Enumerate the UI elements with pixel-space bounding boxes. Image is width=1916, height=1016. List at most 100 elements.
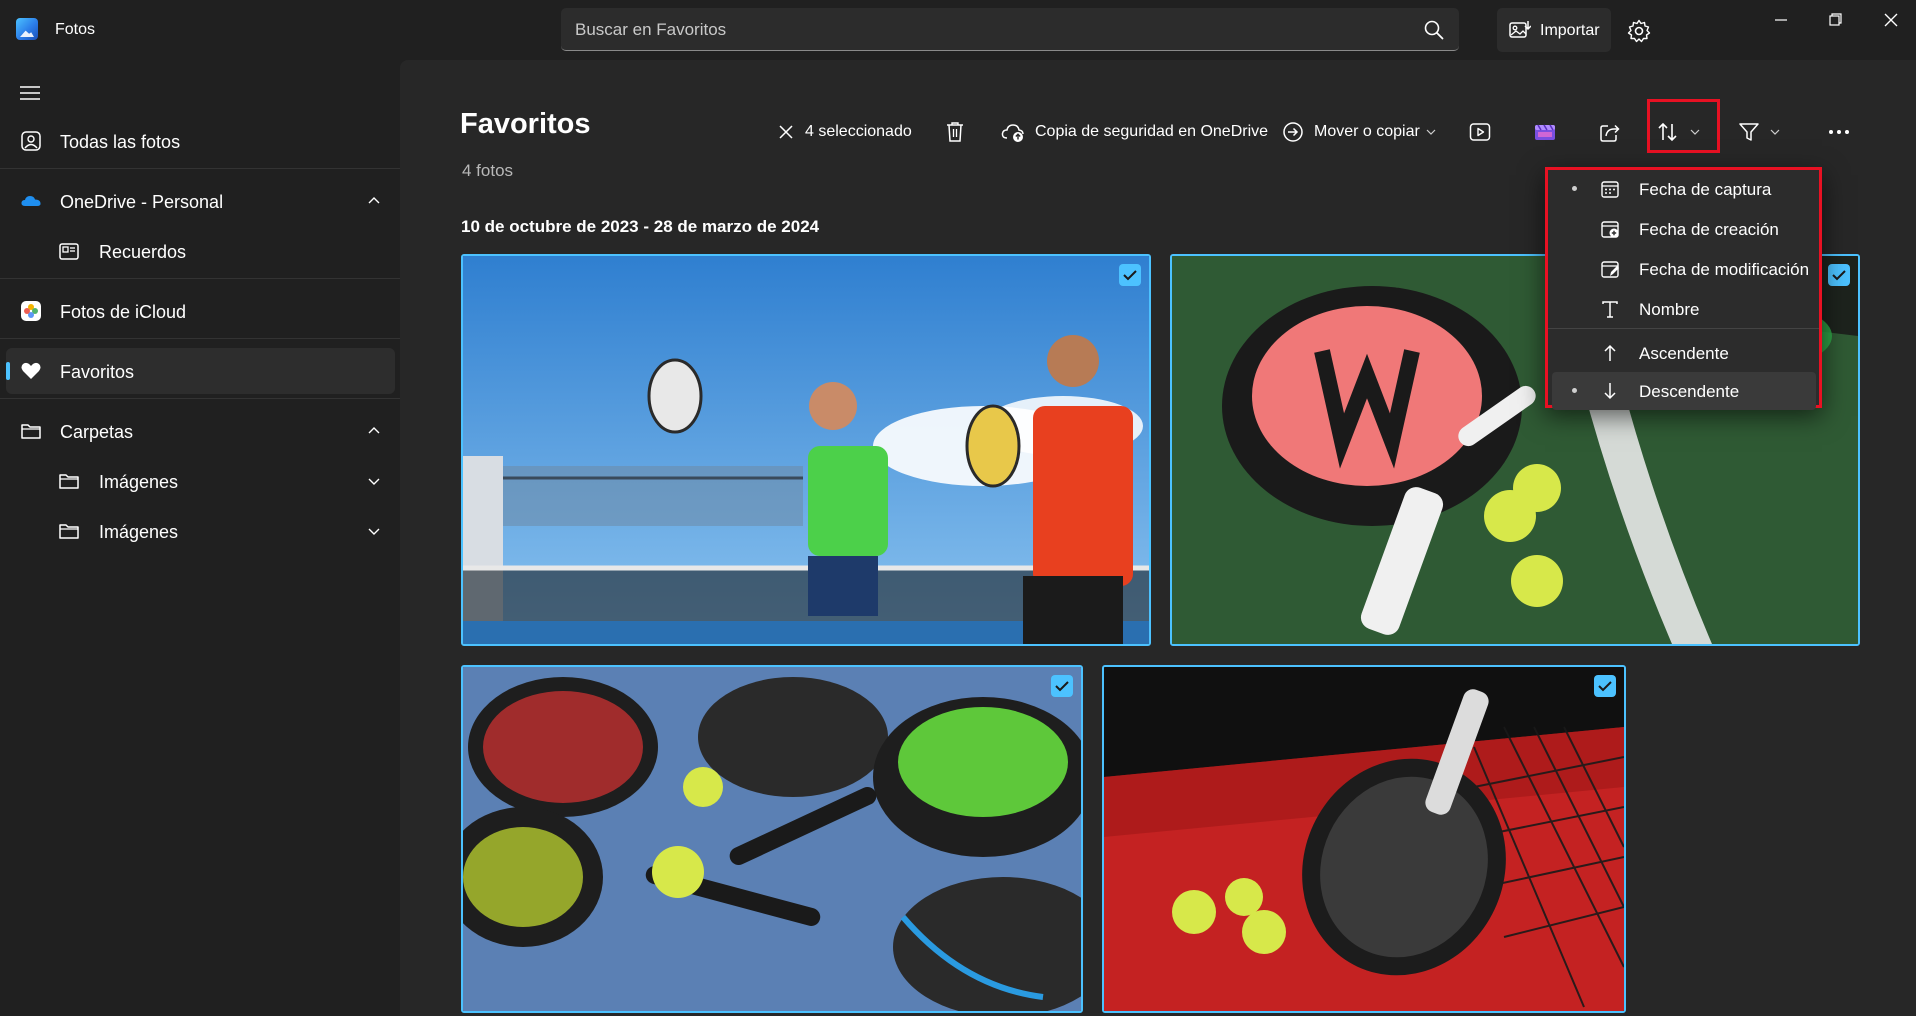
- chevron-down-icon[interactable]: [367, 524, 381, 538]
- sidebar-item-label: Favoritos: [60, 362, 135, 382]
- selected-bullet-icon: [1572, 388, 1577, 393]
- selection-checkbox[interactable]: [1594, 675, 1616, 697]
- more-icon: [1829, 130, 1849, 134]
- sidebar-item-folders[interactable]: Carpetas: [6, 408, 395, 454]
- sidebar-item-label: OneDrive - Personal: [60, 192, 224, 212]
- title-bar: Fotos Buscar en Favoritos Importar: [0, 0, 1916, 60]
- photos-app-icon: [16, 18, 38, 40]
- selection-count-label: 4 seleccionado: [805, 123, 912, 140]
- sidebar-item-label: Recuerdos: [99, 242, 187, 262]
- close-icon: [779, 125, 793, 139]
- checkmark-icon: [1055, 681, 1069, 692]
- sidebar-item-label: Carpetas: [60, 422, 134, 442]
- sort-option-name[interactable]: Nombre: [1552, 290, 1816, 328]
- sidebar-item-memories[interactable]: Recuerdos: [6, 228, 395, 274]
- arrow-up-icon: [1604, 344, 1616, 361]
- import-button[interactable]: Importar: [1497, 8, 1611, 52]
- sidebar-item-images-1[interactable]: Imágenes: [6, 458, 395, 504]
- clear-selection-button[interactable]: 4 seleccionado: [777, 114, 912, 150]
- sidebar-divider: [0, 338, 400, 339]
- share-button[interactable]: [1599, 114, 1621, 150]
- menu-item-label: Fecha de modificación: [1639, 260, 1810, 279]
- chevron-down-icon[interactable]: [367, 474, 381, 488]
- calendar-edit-icon: [1601, 261, 1619, 278]
- more-options-button[interactable]: [1827, 114, 1851, 150]
- sidebar-divider: [0, 398, 400, 399]
- search-input[interactable]: Buscar en Favoritos: [575, 20, 726, 40]
- menu-item-label: Descendente: [1639, 382, 1740, 401]
- chevron-up-icon[interactable]: [367, 194, 381, 208]
- sort-option-descending[interactable]: Descendente: [1552, 372, 1816, 410]
- share-icon: [1600, 124, 1620, 142]
- restore-icon[interactable]: [1820, 8, 1850, 32]
- sidebar-item-all-photos[interactable]: Todas las fotos: [6, 118, 395, 164]
- menu-item-label: Nombre: [1639, 300, 1700, 319]
- delete-button[interactable]: [945, 114, 965, 150]
- chevron-down-icon: [1426, 129, 1436, 135]
- photo-tile[interactable]: [461, 254, 1151, 646]
- minimize-icon[interactable]: [1766, 8, 1796, 32]
- sidebar-item-onedrive[interactable]: OneDrive - Personal: [6, 178, 395, 224]
- slideshow-button[interactable]: [1469, 114, 1491, 150]
- cloud-backup-icon: [1001, 124, 1024, 142]
- sidebar-item-label: Imágenes: [99, 522, 179, 542]
- sidebar-divider: [0, 168, 400, 169]
- sort-option-modified-date[interactable]: Fecha de modificación: [1552, 250, 1816, 288]
- photo-players-at-net: [463, 256, 1149, 644]
- selection-checkbox[interactable]: [1051, 675, 1073, 697]
- photo-racket-on-red-court: [1104, 667, 1624, 1011]
- photo-rackets-on-blue-court: [463, 667, 1081, 1011]
- selection-checkbox[interactable]: [1828, 264, 1850, 286]
- onedrive-backup-button[interactable]: Copia de seguridad en OneDrive: [1001, 114, 1268, 150]
- selected-bullet-icon: [1572, 186, 1577, 191]
- sidebar-item-images-2[interactable]: Imágenes: [6, 508, 395, 554]
- photo-tile[interactable]: [461, 665, 1083, 1013]
- chevron-down-icon: [1770, 129, 1780, 135]
- chevron-up-icon[interactable]: [367, 424, 381, 438]
- video-editor-button[interactable]: [1533, 114, 1557, 150]
- photos-icon: [21, 131, 41, 151]
- sidebar-item-label: Fotos de iCloud: [60, 302, 187, 322]
- move-icon: [1283, 122, 1303, 142]
- search-icon[interactable]: [1423, 19, 1445, 41]
- move-copy-button[interactable]: Mover o copiar: [1282, 114, 1436, 150]
- photo-tile[interactable]: [1102, 665, 1626, 1013]
- folder-icon: [21, 424, 41, 439]
- date-range-heading: 10 de octubre de 2023 - 28 de marzo de 2…: [461, 217, 820, 236]
- folder-icon: [59, 524, 79, 539]
- gear-icon[interactable]: [1626, 18, 1652, 44]
- menu-item-label: Fecha de captura: [1639, 180, 1772, 199]
- sidebar-item-icloud[interactable]: Fotos de iCloud: [6, 288, 395, 334]
- text-icon: [1602, 301, 1618, 318]
- icloud-photos-icon: [21, 301, 41, 321]
- photo-count: 4 fotos: [462, 161, 514, 180]
- heart-icon: [21, 362, 41, 379]
- sort-option-created-date[interactable]: Fecha de creación: [1552, 210, 1816, 248]
- arrow-down-icon: [1604, 383, 1616, 400]
- move-copy-label: Mover o copiar: [1314, 123, 1420, 140]
- sort-menu: Fecha de captura Fecha de creación Fecha…: [1545, 167, 1822, 410]
- sidebar-item-label: Imágenes: [99, 472, 179, 492]
- selection-checkbox[interactable]: [1119, 264, 1141, 286]
- search-box[interactable]: Buscar en Favoritos: [561, 8, 1459, 51]
- calendar-add-icon: [1601, 221, 1619, 238]
- sidebar-item-favorites[interactable]: Favoritos: [6, 348, 395, 394]
- close-icon[interactable]: [1876, 8, 1906, 32]
- sort-option-ascending[interactable]: Ascendente: [1552, 334, 1816, 372]
- menu-item-label: Fecha de creación: [1639, 220, 1779, 239]
- folder-icon: [59, 474, 79, 489]
- memories-icon: [59, 243, 79, 260]
- menu-separator: [1548, 328, 1819, 329]
- import-label: Importar: [1540, 22, 1600, 39]
- import-icon: [1509, 21, 1531, 38]
- onedrive-cloud-icon: [21, 196, 41, 206]
- sidebar-item-label: Todas las fotos: [60, 132, 181, 152]
- hamburger-menu-icon[interactable]: [19, 84, 41, 102]
- filter-button[interactable]: [1738, 114, 1780, 150]
- checkmark-icon: [1832, 270, 1846, 281]
- sort-option-capture-date[interactable]: Fecha de captura: [1552, 170, 1816, 208]
- checkmark-icon: [1123, 270, 1137, 281]
- calendar-icon: [1601, 181, 1619, 198]
- backup-label: Copia de seguridad en OneDrive: [1035, 123, 1269, 140]
- sidebar-divider: [0, 278, 400, 279]
